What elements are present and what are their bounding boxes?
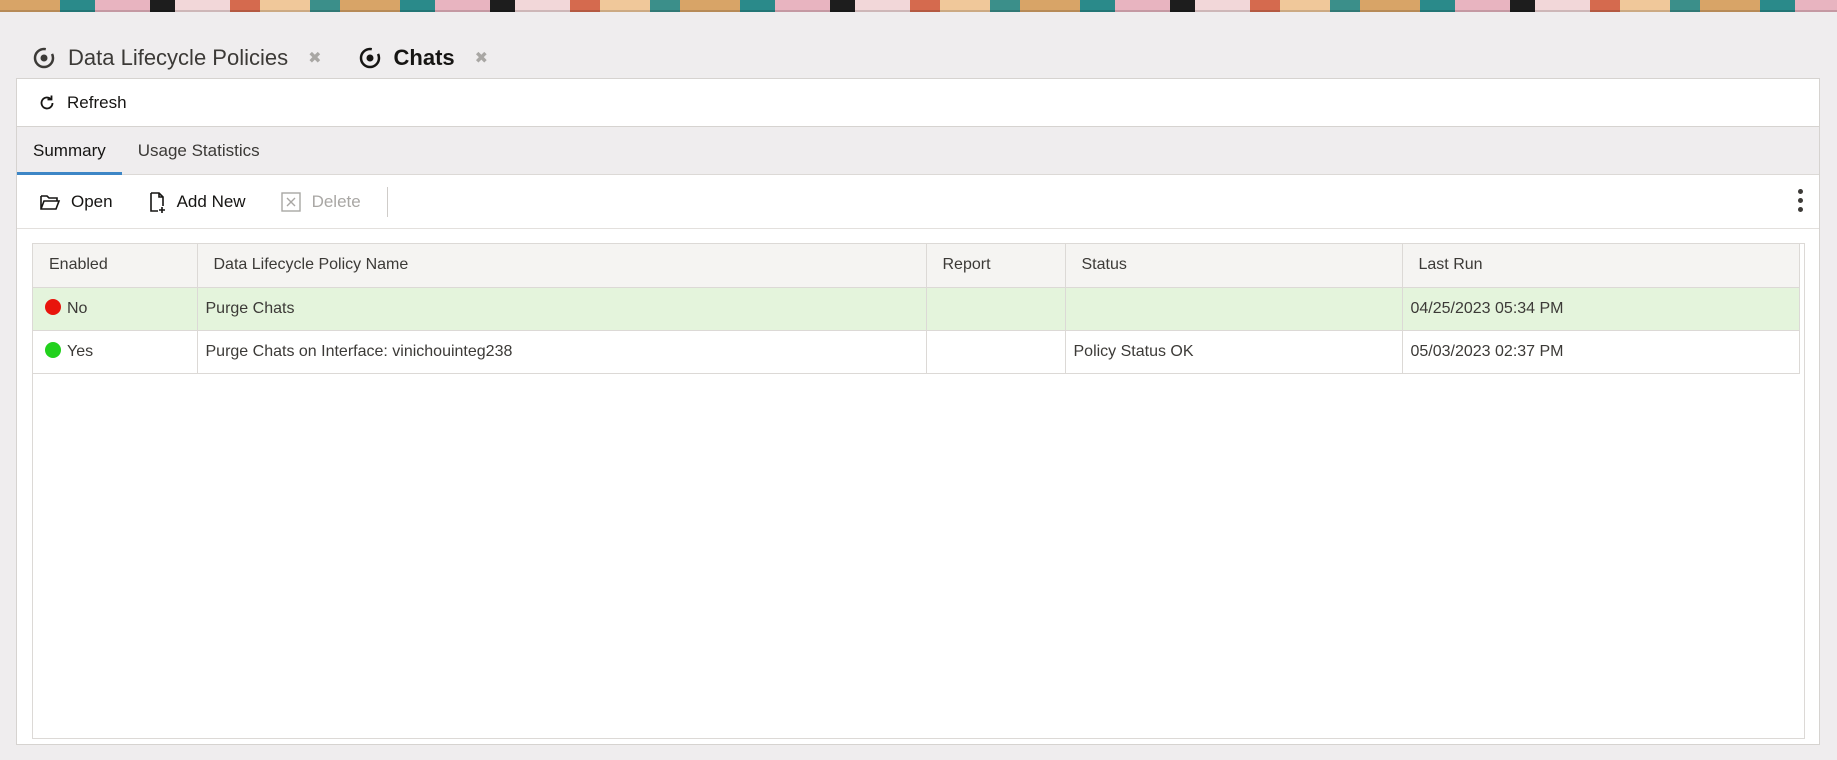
policies-table: Enabled Data Lifecycle Policy Name Repor…: [32, 243, 1805, 739]
add-new-button[interactable]: Add New: [147, 191, 246, 213]
delete-button[interactable]: Delete: [280, 191, 361, 213]
column-header-status[interactable]: Status: [1065, 244, 1403, 288]
report-cell: [926, 287, 1066, 331]
disabled-status-icon: [45, 299, 61, 315]
column-header-enabled[interactable]: Enabled: [33, 244, 198, 288]
delete-label: Delete: [311, 191, 361, 211]
action-bar: Open Add New Delete: [17, 175, 1819, 229]
more-options-icon[interactable]: [1795, 189, 1805, 215]
folder-open-icon: [40, 194, 61, 210]
open-button[interactable]: Open: [39, 192, 113, 212]
table-row[interactable]: No Purge Chats 04/25/2023 05:34 PM: [33, 287, 1800, 331]
policy-icon: [359, 47, 380, 69]
last-run-cell: 04/25/2023 05:34 PM: [1402, 287, 1800, 331]
tab-usage-statistics[interactable]: Usage Statistics: [122, 127, 276, 174]
last-run-cell: 05/03/2023 02:37 PM: [1402, 330, 1800, 374]
main-panel: Refresh Summary Usage Statistics Open Ad…: [16, 78, 1820, 745]
status-cell: Policy Status OK: [1065, 330, 1403, 374]
enabled-cell: Yes: [33, 330, 198, 374]
close-icon[interactable]: ✖: [475, 48, 488, 68]
tab-summary[interactable]: Summary: [17, 127, 122, 175]
tab-label: Chats: [393, 45, 455, 70]
top-toolbar: Refresh: [17, 79, 1819, 127]
desktop-banner: [0, 0, 1837, 12]
table-header-row: Enabled Data Lifecycle Policy Name Repor…: [33, 244, 1800, 288]
refresh-button[interactable]: Refresh: [37, 93, 127, 113]
toolbar-divider: [386, 186, 388, 217]
policy-name-cell: Purge Chats: [197, 287, 927, 331]
enabled-value: Yes: [67, 343, 94, 360]
sub-tabs: Summary Usage Statistics: [17, 127, 1819, 175]
tab-label: Data Lifecycle Policies: [68, 45, 289, 70]
app-window: Data Lifecycle Policies ✖ Chats ✖ Refres…: [0, 12, 1837, 760]
report-cell: [926, 330, 1066, 374]
column-header-policy-name[interactable]: Data Lifecycle Policy Name: [197, 244, 927, 288]
policy-name-cell: Purge Chats on Interface: vinichouinteg2…: [197, 330, 927, 374]
close-icon[interactable]: ✖: [308, 48, 321, 68]
enabled-cell: No: [33, 287, 198, 331]
add-document-icon: [149, 191, 165, 213]
policy-icon: [33, 47, 55, 69]
delete-icon: [280, 191, 301, 212]
add-new-label: Add New: [176, 191, 246, 211]
table-row[interactable]: Yes Purge Chats on Interface: vinichouin…: [33, 330, 1800, 374]
refresh-label: Refresh: [67, 92, 127, 112]
open-label: Open: [71, 191, 113, 211]
enabled-status-icon: [45, 342, 61, 358]
enabled-value: No: [67, 300, 88, 317]
column-header-report[interactable]: Report: [926, 244, 1066, 288]
column-header-last-run[interactable]: Last Run: [1402, 244, 1800, 288]
refresh-icon: [40, 95, 54, 109]
status-cell: [1065, 287, 1403, 331]
